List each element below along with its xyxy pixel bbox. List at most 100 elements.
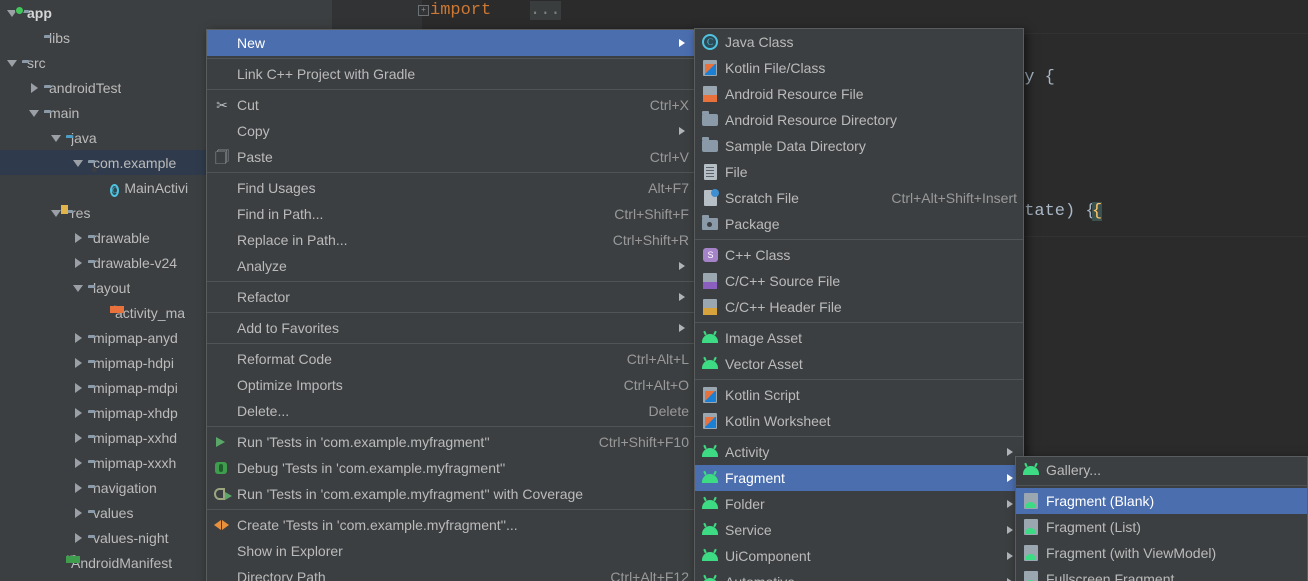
context-menu-item[interactable]: Optimize Imports Ctrl+Alt+O [207,372,695,398]
new-submenu-item[interactable]: File [695,159,1023,185]
tree-row-label: main [49,104,80,121]
fragment-submenu-item[interactable]: Fragment (with ViewModel) [1016,540,1307,566]
chevron-right-icon[interactable] [72,406,85,419]
fragment-submenu-item[interactable]: Gallery... [1016,457,1307,483]
context-menu-item[interactable]: Copy [207,118,695,144]
new-submenu-item-label: Image Asset [725,330,803,346]
new-submenu-item[interactable]: Automotive [695,569,1023,581]
new-submenu-item[interactable]: UiComponent [695,543,1023,569]
android-icon [699,495,721,513]
tree-row-label: layout [93,279,131,296]
menu-item-shortcut: Ctrl+X [649,97,689,113]
chevron-right-icon[interactable] [72,381,85,394]
fragment-submenu-item-label: Gallery... [1046,462,1101,478]
fragment-submenu-item-label: Fragment (with ViewModel) [1046,545,1217,561]
fragment-submenu-item[interactable]: Fullscreen Fragment [1016,566,1307,581]
new-submenu-item[interactable]: Fragment [695,465,1023,491]
context-menu-item[interactable]: Create 'Tests in 'com.example.myfragment… [207,512,695,538]
context-menu-item[interactable]: Delete... Delete [207,398,695,424]
tree-row-label: drawable-v24 [93,254,178,271]
chevron-right-icon[interactable] [72,356,85,369]
context-menu-item[interactable]: Find in Path... Ctrl+Shift+F [207,201,695,227]
new-submenu-item[interactable]: Vector Asset [695,351,1023,377]
new-submenu-item[interactable]: Sample Data Directory [695,133,1023,159]
context-menu-item-label: Directory Path [237,569,326,581]
chevron-down-icon[interactable] [72,156,85,169]
android-icon [699,547,721,565]
new-submenu-item-label: Java Class [725,34,794,50]
chevron-right-icon[interactable] [28,81,41,94]
context-menu-item[interactable]: Find Usages Alt+F7 [207,175,695,201]
chevron-right-icon[interactable] [72,231,85,244]
new-submenu-item-label: Scratch File [725,190,799,206]
menu-item-icon-slot [211,34,233,52]
context-menu-item[interactable]: Refactor [207,284,695,310]
context-menu-item[interactable]: Analyze [207,253,695,279]
context-menu-item[interactable]: Replace in Path... Ctrl+Shift+R [207,227,695,253]
new-submenu-item[interactable]: Package [695,211,1023,237]
fragment-submenu[interactable]: Gallery... Fragment (Blank) Fragment (List… [1015,456,1308,581]
tree-row-label: mipmap-anyd [93,329,178,346]
new-submenu-item[interactable]: Kotlin Worksheet [695,408,1023,434]
chevron-right-icon[interactable] [72,331,85,344]
context-menu-item[interactable]: Run 'Tests in 'com.example.myfragment'' … [207,481,695,507]
chevron-right-icon[interactable] [72,481,85,494]
context-menu[interactable]: New Link C++ Project with Gradle ✂ Cut Ctrl+… [206,29,696,581]
tree-twisty-spacer [94,181,107,194]
chevron-right-icon[interactable] [72,531,85,544]
chevron-right-icon[interactable] [72,506,85,519]
context-menu-item[interactable]: 🗍 Paste Ctrl+V [207,144,695,170]
context-menu-item-label: Run 'Tests in 'com.example.myfragment'' … [237,486,584,502]
new-submenu-item[interactable]: Kotlin File/Class [695,55,1023,81]
menu-item-icon-slot [211,288,233,306]
new-submenu-item[interactable]: Android Resource Directory [695,107,1023,133]
new-submenu-item[interactable]: Kotlin Script [695,382,1023,408]
new-submenu-item[interactable]: S C++ Class [695,242,1023,268]
fragment-submenu-item[interactable]: Fragment (Blank) [1016,488,1307,514]
tree-row[interactable]: app [0,0,332,25]
folded-import-ellipsis[interactable]: ... [530,1,561,20]
new-submenu-item[interactable]: C/C++ Header File [695,294,1023,320]
new-submenu-item[interactable]: Scratch File Ctrl+Alt+Shift+Insert [695,185,1023,211]
context-menu-item[interactable]: Run 'Tests in 'com.example.myfragment'' C… [207,429,695,455]
create-icon [211,516,233,534]
new-submenu-item-label: Android Resource File [725,86,864,102]
new-submenu-item[interactable]: C/C++ Source File [695,268,1023,294]
menu-separator [695,322,1023,323]
new-submenu-item[interactable]: Android Resource File [695,81,1023,107]
tree-row-label: navigation [93,479,157,496]
context-menu-item[interactable]: Show in Explorer [207,538,695,564]
new-submenu-item[interactable]: Activity [695,439,1023,465]
new-submenu-item-label: Folder [725,496,765,512]
matched-brace-highlight: { [1092,202,1103,221]
new-submenu-item[interactable]: Image Asset [695,325,1023,351]
tree-row-label: values-night [93,529,169,546]
context-menu-item[interactable]: New [207,30,695,56]
chevron-right-icon[interactable] [72,256,85,269]
chevron-down-icon[interactable] [28,106,41,119]
context-menu-item[interactable]: Debug 'Tests in 'com.example.myfragment'… [207,455,695,481]
context-menu-item[interactable]: ✂ Cut Ctrl+X [207,92,695,118]
chevron-right-icon[interactable] [72,431,85,444]
new-submenu-item[interactable]: Service [695,517,1023,543]
menu-separator [207,281,695,282]
new-submenu[interactable]: C Java Class Kotlin File/Class Android Reso… [694,28,1024,581]
context-menu-item[interactable]: Add to Favorites [207,315,695,341]
chevron-down-icon[interactable] [50,131,63,144]
fold-marker-icon[interactable]: + [418,5,429,16]
android-resource-file-icon [699,85,721,103]
menu-item-shortcut: Ctrl+Alt+Shift+Insert [891,190,1017,206]
fragment-submenu-item[interactable]: Fragment (List) [1016,514,1307,540]
context-menu-item[interactable]: Reformat Code Ctrl+Alt+L [207,346,695,372]
res-badge-icon [61,204,68,214]
chevron-right-icon[interactable] [72,456,85,469]
context-menu-item[interactable]: Directory Path Ctrl+Alt+F12 [207,564,695,581]
new-submenu-item[interactable]: Folder [695,491,1023,517]
context-menu-item[interactable]: Link C++ Project with Gradle [207,61,695,87]
new-submenu-item[interactable]: C Java Class [695,29,1023,55]
chevron-down-icon[interactable] [72,281,85,294]
clipboard-icon: 🗍 [215,149,229,165]
chevron-down-icon[interactable] [6,56,19,69]
debug-icon [211,459,233,477]
menu-item-icon-slot [211,319,233,337]
